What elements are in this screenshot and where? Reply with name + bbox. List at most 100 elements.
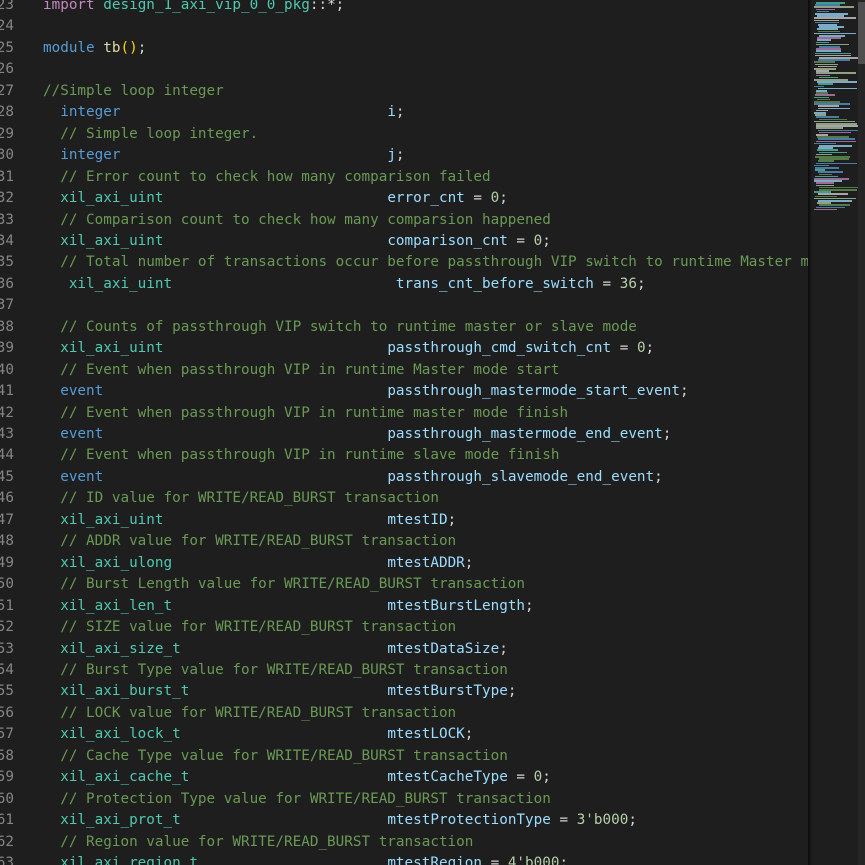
code-token: ;: [447, 511, 457, 528]
code-line[interactable]: xil_axi_burst_t mtestBurstType;: [43, 681, 516, 702]
code-line[interactable]: // Protection Type value for WRITE/READ_…: [43, 789, 551, 810]
code-line[interactable]: // ADDR value for WRITE/READ_BURST trans…: [43, 531, 456, 552]
code-line[interactable]: xil_axi_size_t mtestDataSize;: [43, 639, 508, 660]
code-token: xil_axi_region_t: [43, 855, 388, 865]
code-line[interactable]: xil_axi_lock_t mtestLOCK;: [43, 724, 473, 745]
line-number: 35: [0, 254, 14, 271]
code-line[interactable]: // Total number of transactions occur be…: [43, 252, 808, 273]
code-line[interactable]: integer j;: [43, 145, 405, 166]
code-comment: // Cache Type value for WRITE/READ_BURST…: [43, 747, 508, 764]
vertical-scrollbar[interactable]: [858, 0, 865, 865]
code-line[interactable]: // Counts of passthrough VIP switch to r…: [43, 317, 637, 338]
code-line[interactable]: // SIZE value for WRITE/READ_BURST trans…: [43, 617, 456, 638]
code-line[interactable]: event passthrough_mastermode_end_event;: [43, 424, 671, 445]
code-line[interactable]: xil_axi_uint passthrough_cmd_switch_cnt …: [43, 338, 654, 359]
code-token: 4'b000: [507, 855, 560, 865]
code-token: mtestDataSize: [387, 640, 500, 657]
code-line[interactable]: xil_axi_uint comparison_cnt = 0;: [43, 231, 551, 252]
code-token: ;: [395, 147, 405, 164]
code-token: tb: [103, 39, 121, 56]
code-token: i: [387, 104, 396, 121]
line-number: 50: [0, 576, 14, 593]
code-editor[interactable]: 23 24 25 26 27 28 29 30 31 32 33 34 35 36 37 38 39 40 41 42…: [0, 0, 808, 865]
code-line[interactable]: //Simple loop integer: [43, 81, 224, 102]
line-number: 42: [0, 404, 14, 421]
code-line[interactable]: event passthrough_slavemode_end_event;: [43, 467, 663, 488]
code-line[interactable]: // Event when passthrough VIP in runtime…: [43, 403, 568, 424]
code-line[interactable]: // Event when passthrough VIP in runtime…: [43, 445, 559, 466]
line-number: 51: [0, 597, 14, 614]
code-line[interactable]: xil_axi_len_t mtestBurstLength;: [43, 596, 533, 617]
code-line[interactable]: xil_axi_uint trans_cnt_before_switch = 3…: [43, 274, 646, 295]
code-line[interactable]: xil_axi_uint mtestID;: [43, 510, 456, 531]
code-token: 0: [636, 340, 646, 357]
line-number: 41: [0, 383, 14, 400]
line-number-gutter: 23 24 25 26 27 28 29 30 31 32 33 34 35 36 37 38 39 40 41 42…: [0, 0, 34, 865]
code-line[interactable]: integer i;: [43, 102, 404, 123]
code-token: =: [593, 275, 620, 292]
code-token: =: [482, 855, 508, 865]
code-comment: // Counts of passthrough VIP switch to r…: [43, 318, 637, 335]
line-number: 62: [0, 833, 14, 850]
code-token: design_1_axi_vip_0_0_pkg: [103, 0, 310, 13]
code-token: event: [43, 383, 388, 400]
code-line[interactable]: xil_axi_ulong mtestADDR;: [43, 553, 473, 574]
code-token: =: [507, 232, 534, 249]
line-number: 30: [0, 147, 14, 164]
code-line[interactable]: // Error count to check how many compari…: [43, 167, 490, 188]
line-number: 43: [0, 426, 14, 442]
code-token: j: [387, 147, 396, 164]
code-token: 0: [533, 769, 543, 786]
code-line[interactable]: event passthrough_mastermode_start_event…: [43, 381, 688, 402]
code-token: =: [507, 769, 534, 786]
code-token: ;: [636, 275, 646, 292]
line-number: 26: [0, 61, 14, 78]
code-line[interactable]: xil_axi_cache_t mtestCacheType = 0;: [43, 767, 551, 788]
line-number: 40: [0, 361, 14, 378]
line-number: 55: [0, 683, 14, 700]
code-token: xil_axi_uint: [43, 340, 388, 357]
code-comment: // Burst Type value for WRITE/READ_BURST…: [43, 661, 508, 678]
line-number: 38: [0, 318, 14, 335]
code-token: trans_cnt_before_switch: [395, 275, 594, 292]
minimap[interactable]: [808, 0, 865, 865]
code-token: =: [611, 340, 637, 357]
code-line[interactable]: xil_axi_region_t mtestRegion = 4'b000;: [43, 853, 568, 865]
code-token: 36: [619, 275, 637, 292]
code-line[interactable]: // Event when passthrough VIP in runtime…: [43, 360, 559, 381]
code-token: mtestProtectionType: [387, 812, 551, 829]
code-token: mtestLOCK: [387, 726, 465, 743]
line-number: 47: [0, 511, 14, 528]
code-line[interactable]: // LOCK value for WRITE/READ_BURST trans…: [43, 703, 456, 724]
code-comment: // ID value for WRITE/READ_BURST transac…: [43, 490, 439, 507]
code-token: integer: [43, 104, 388, 121]
code-token: passthrough_slavemode_end_event: [387, 468, 655, 485]
line-number: 45: [0, 468, 14, 485]
code-token: 0: [490, 190, 500, 207]
code-line[interactable]: // ID value for WRITE/READ_BURST transac…: [43, 488, 439, 509]
code-line[interactable]: // Burst Type value for WRITE/READ_BURST…: [43, 660, 508, 681]
code-line[interactable]: // Cache Type value for WRITE/READ_BURST…: [43, 746, 508, 767]
code-token: =: [464, 190, 491, 207]
line-number: 63: [0, 855, 14, 865]
line-number: 49: [0, 554, 14, 571]
code-token: ;: [499, 640, 508, 657]
line-number: 25: [0, 39, 14, 56]
code-line[interactable]: xil_axi_uint error_cnt = 0;: [43, 188, 508, 209]
code-line[interactable]: // Burst Length value for WRITE/READ_BUR…: [43, 574, 525, 595]
code-token: mtestRegion: [387, 855, 482, 865]
code-line[interactable]: // Region value for WRITE/READ_BURST tra…: [43, 832, 473, 853]
code-line[interactable]: // Simple loop integer.: [43, 124, 258, 145]
code-token: ;: [464, 554, 474, 571]
code-token: xil_axi_lock_t: [43, 726, 388, 743]
scrollbar-thumb[interactable]: [858, 2, 865, 64]
line-number: 52: [0, 619, 14, 636]
code-line[interactable]: xil_axi_prot_t mtestProtectionType = 3'b…: [43, 810, 637, 831]
code-line[interactable]: module tb();: [43, 38, 146, 59]
code-comment: // Protection Type value for WRITE/READ_…: [43, 790, 551, 807]
code-comment: // Burst Length value for WRITE/READ_BUR…: [43, 576, 526, 593]
code-token: module: [43, 39, 104, 56]
code-line[interactable]: import design_1_axi_vip_0_0_pkg::*;: [43, 0, 344, 16]
line-number: 44: [0, 447, 14, 464]
code-line[interactable]: // Comparison count to check how many co…: [43, 210, 551, 231]
